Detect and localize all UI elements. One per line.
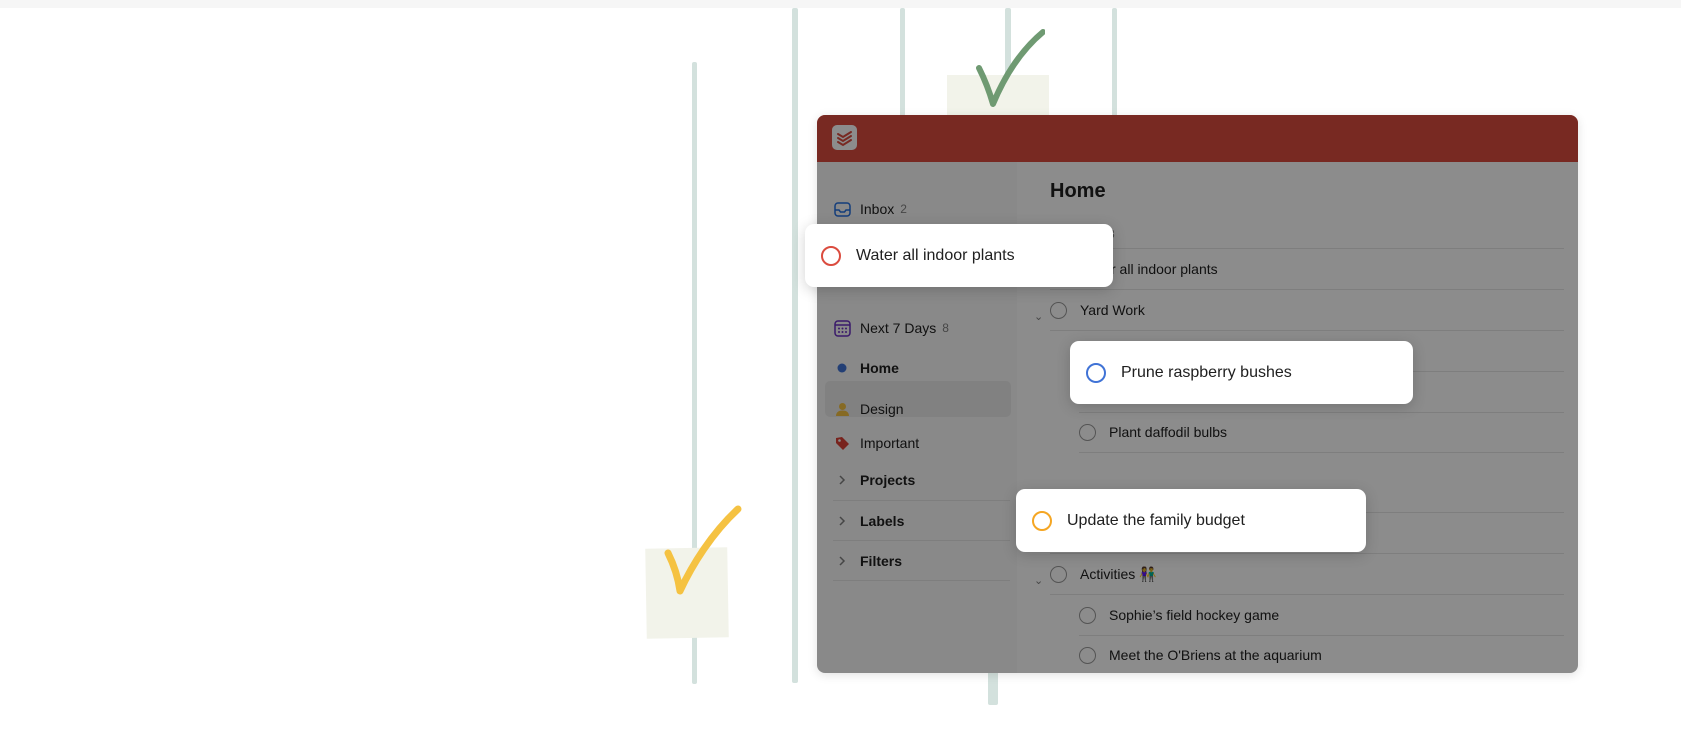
divider [833,580,1010,581]
task-row[interactable]: r all indoor plants [1050,249,1564,290]
decorative-stick [900,8,905,118]
green-check-icon [976,29,1045,107]
floating-task-card[interactable]: Update the family budget [1016,489,1366,552]
sidebar-section-label: Projects [860,472,916,488]
top-band [0,0,1681,8]
task-title: Plant daffodil bulbs [1109,424,1228,440]
decorative-stick [1112,8,1117,118]
decorative-stick [988,670,998,705]
task-checkbox[interactable] [1079,423,1096,441]
yellow-check-icon [664,505,742,595]
task-title: Water all indoor plants [856,246,1015,264]
page-title: Home [1050,180,1106,202]
floating-task-card[interactable]: Prune raspberry bushes [1070,341,1413,404]
calendar-icon [833,319,851,337]
sidebar-item-count: 2 [900,202,907,216]
decorative-stick [792,8,798,683]
divider [833,500,1010,501]
task-row[interactable]: Activities 👫 [1050,554,1564,595]
task-row[interactable]: Meet the O'Briens at the aquarium [1079,635,1564,673]
sidebar-item-inbox[interactable]: Inbox 2 [833,194,907,224]
task-title: Prune raspberry bushes [1121,363,1292,381]
sidebar-item-label: Next 7 Days [860,320,937,336]
task-title: Update the family budget [1067,511,1245,529]
sidebar-item-count: 8 [942,321,949,335]
sidebar-item-next-7-days[interactable]: Next 7 Days 8 [833,313,949,343]
task-checkbox[interactable] [1079,606,1096,624]
app-logo[interactable] [832,125,857,150]
chevron-down-icon[interactable]: ⌄ [1034,574,1043,587]
priority-2-checkbox[interactable] [1032,510,1052,531]
chevron-right-icon [833,552,851,570]
title-bar [817,115,1578,162]
label-tag-icon [833,434,851,452]
todoist-logo-icon [837,131,852,147]
task-row[interactable]: Sophie’s field hockey game [1079,595,1564,636]
sidebar-section-projects[interactable]: Projects [833,465,915,495]
sidebar-section-label: Labels [860,513,905,529]
sidebar-item-label: Home [860,360,899,376]
chevron-right-icon [833,471,851,489]
task-checkbox[interactable] [1050,565,1067,583]
sidebar-item-important[interactable]: Important [833,428,919,458]
sidebar-section-labels[interactable]: Labels [833,506,904,536]
sidebar-item-label: Important [860,435,920,451]
sidebar-item-label: Inbox [860,201,895,217]
task-title: r all indoor plants [1111,261,1218,277]
sidebar-item-home[interactable]: Home [833,353,899,383]
priority-1-checkbox[interactable] [821,245,841,266]
task-checkbox[interactable] [1050,301,1067,319]
divider [833,540,1010,541]
chevron-down-icon[interactable]: ⌄ [1034,310,1043,323]
floating-task-card[interactable]: Water all indoor plants [805,224,1113,287]
person-icon [833,400,851,418]
task-checkbox[interactable] [1079,646,1096,664]
task-title: Meet the O'Briens at the aquarium [1109,647,1322,663]
task-title: Yard Work [1080,302,1145,318]
project-dot-icon [833,359,851,377]
sidebar-section-label: Filters [860,553,903,569]
sidebar-section-filters[interactable]: Filters [833,546,902,576]
task-row[interactable]: Yard Work [1050,290,1564,331]
task-row[interactable]: Plant daffodil bulbs [1079,412,1564,453]
inbox-icon [833,200,851,218]
priority-3-checkbox[interactable] [1086,362,1106,383]
sidebar-item-label: Design [860,401,904,417]
sidebar-item-design[interactable]: Design [833,394,904,424]
chevron-right-icon [833,512,851,530]
task-title: Activities 👫 [1080,565,1157,582]
task-title: Sophie’s field hockey game [1109,607,1280,623]
